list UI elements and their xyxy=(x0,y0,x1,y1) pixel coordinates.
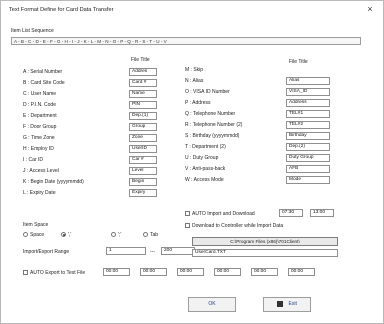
auto-export-time[interactable]: 00:00 xyxy=(103,268,130,276)
exit-icon xyxy=(277,300,284,307)
item-space-tab-radio[interactable] xyxy=(143,232,148,237)
auto-import-checkbox[interactable] xyxy=(185,211,190,216)
left-item-input[interactable]: Begin xyxy=(129,178,157,186)
auto-export-checkbox[interactable] xyxy=(23,270,28,275)
left-item-input[interactable]: Car # xyxy=(129,156,157,164)
right-item-label: W : Access Mode xyxy=(185,177,224,183)
right-item-input[interactable]: TEL#1 xyxy=(286,110,330,118)
right-item-label: S : Birthday (yyyymmdd) xyxy=(185,133,240,139)
left-item-input[interactable]: Card # xyxy=(129,79,157,87)
right-item-label: Q : Telephone Number xyxy=(185,111,236,117)
left-item-input[interactable]: Level xyxy=(129,167,157,175)
auto-export-time[interactable]: 00:00 xyxy=(214,268,241,276)
left-item-label: E : Department xyxy=(23,113,57,119)
range-from-input[interactable]: 1 xyxy=(106,247,146,255)
left-item-input[interactable]: Name xyxy=(129,90,157,98)
left-item-label: I : Car ID xyxy=(23,157,44,163)
download-controller-label: Download to Controller while Import Data xyxy=(192,223,284,229)
right-item-input[interactable]: Duty Group xyxy=(286,154,330,162)
file-title-header-right: File Title xyxy=(289,59,308,65)
auto-export-time[interactable]: 00:00 xyxy=(288,268,315,276)
right-item-input[interactable]: VISA_ID xyxy=(286,88,330,96)
auto-import-label: AUTO Import and Download xyxy=(192,211,255,217)
right-item-input[interactable]: AFB xyxy=(286,165,330,173)
path-bar: C:\Program Files (x86)\701Client\ xyxy=(192,237,338,246)
left-item-input[interactable]: PIN xyxy=(129,101,157,109)
item-space-semicolon-radio[interactable] xyxy=(111,232,116,237)
left-item-label: F : Door Group xyxy=(23,124,57,130)
item-list-sequence-box: A - B - C - D - E - F - G - H - I - J - … xyxy=(11,37,361,45)
filename-input[interactable]: UserCard.TXT xyxy=(192,249,338,257)
right-item-label: U : Duty Group xyxy=(185,155,219,161)
dialog-title: Text Format Define for Card Data Transfe… xyxy=(9,7,114,13)
ok-button[interactable]: OK xyxy=(188,297,236,312)
right-item-label: N : Alias xyxy=(185,78,204,84)
auto-export-time[interactable]: 00:00 xyxy=(177,268,204,276)
item-list-sequence-label: Item List Sequence xyxy=(11,28,54,34)
auto-export-label: AUTO Export to Text File xyxy=(30,270,86,276)
right-item-label: R : Telephone Number (2) xyxy=(185,122,243,128)
left-item-label: L : Expiry Date xyxy=(23,190,56,196)
item-space-tab-label: Tab xyxy=(150,232,159,238)
left-item-input[interactable]: Expiry xyxy=(129,189,157,197)
right-item-label: M : Skip xyxy=(185,67,204,73)
auto-export-time[interactable]: 00:00 xyxy=(140,268,167,276)
left-item-label: D : P.I.N. Code xyxy=(23,102,56,108)
left-item-label: A : Serial Number xyxy=(23,69,63,75)
item-space-comma-label: ',' xyxy=(68,232,72,238)
left-item-label: K : Begin Date (yyyymmdd) xyxy=(23,179,84,185)
left-item-input[interactable]: Group xyxy=(129,123,157,131)
close-icon[interactable]: × xyxy=(364,4,376,14)
left-item-input[interactable]: Zone xyxy=(129,134,157,142)
auto-import-time1[interactable]: 07:30 xyxy=(279,209,303,217)
auto-import-time2[interactable]: 13:00 xyxy=(310,209,334,217)
item-list-sequence-text: A - B - C - D - E - F - G - H - I - J - … xyxy=(14,38,167,44)
left-item-label: B : Card Site Code xyxy=(23,80,65,86)
right-item-input[interactable]: Birthday xyxy=(286,132,330,140)
item-space-comma-radio[interactable] xyxy=(61,232,66,237)
item-space-space-radio[interactable] xyxy=(23,232,28,237)
right-item-input[interactable]: Dep.(2) xyxy=(286,143,330,151)
left-item-label: H : Employ ID xyxy=(23,146,54,152)
right-item-input[interactable]: TEL#2 xyxy=(286,121,330,129)
right-item-input[interactable]: Alias xyxy=(286,77,330,85)
right-item-label: P : Address xyxy=(185,100,211,106)
right-item-input[interactable]: Mode xyxy=(286,176,330,184)
left-item-label: G : Time Zone xyxy=(23,135,55,141)
file-title-header-left: File Title xyxy=(131,57,150,63)
right-item-label: T : Department (2) xyxy=(185,144,226,150)
item-space-semicolon-label: ';' xyxy=(118,232,122,238)
right-item-input[interactable]: Address xyxy=(286,99,330,107)
left-item-label: J : Access Level xyxy=(23,168,59,174)
exit-label: Exit xyxy=(288,301,297,307)
right-item-label: O : VISA ID Number xyxy=(185,89,230,95)
import-export-range-label: Import/Export Range xyxy=(23,249,70,255)
right-item-label: V : Anti-pass-back xyxy=(185,166,226,172)
left-item-input[interactable]: Addres xyxy=(129,68,157,76)
left-item-input[interactable]: Dep.(1) xyxy=(129,112,157,120)
download-controller-checkbox[interactable] xyxy=(185,223,190,228)
text-format-dialog: Text Format Define for Card Data Transfe… xyxy=(0,0,384,324)
item-space-space-label: Space xyxy=(30,232,45,238)
item-space-label: Item Space xyxy=(23,222,49,228)
auto-export-time[interactable]: 00:00 xyxy=(251,268,278,276)
range-separator: --- xyxy=(150,249,155,255)
left-item-input[interactable]: UserID xyxy=(129,145,157,153)
exit-button[interactable]: Exit xyxy=(263,297,311,312)
range-to-input[interactable]: 200 xyxy=(161,247,195,255)
left-item-label: C : User Name xyxy=(23,91,57,97)
